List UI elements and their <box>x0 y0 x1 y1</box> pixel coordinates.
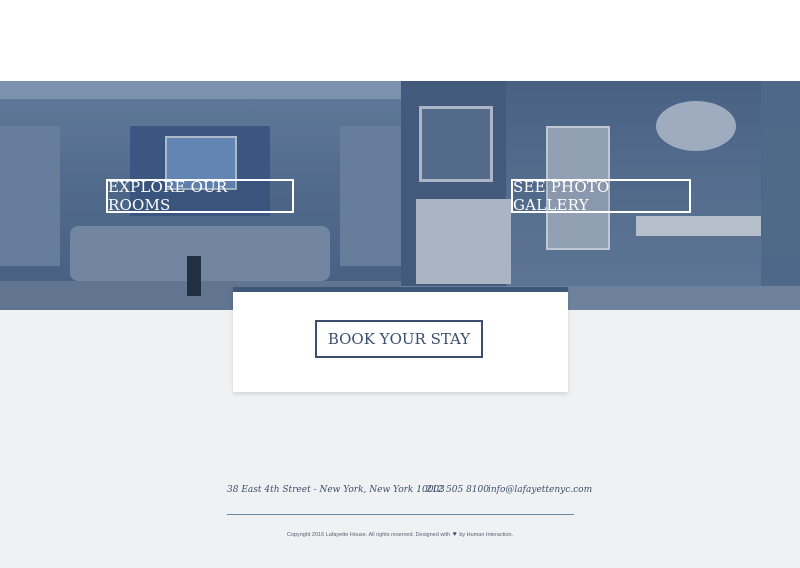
footer-phone[interactable]: 212 505 8100 <box>426 485 489 495</box>
copyright: Copyright 2016 Lafayette House. All righ… <box>0 531 800 538</box>
copyright-text: Copyright 2016 Lafayette House. All righ… <box>286 532 451 538</box>
footer-email[interactable]: info@lafayettenyc.com <box>488 485 592 495</box>
rooms-photo-panel[interactable]: EXPLORE OUR ROOMS <box>0 81 401 310</box>
designer-prefix: by <box>459 532 466 538</box>
designer-link[interactable]: Human Interaction. <box>467 532 513 538</box>
heart-icon: ♥ <box>452 531 457 538</box>
gallery-photo-panel[interactable]: SEE PHOTO GALLERY <box>401 81 800 310</box>
top-blank-area <box>0 0 800 81</box>
booking-card: BOOK YOUR STAY <box>233 287 568 392</box>
explore-rooms-button[interactable]: EXPLORE OUR ROOMS <box>106 178 294 214</box>
footer-divider <box>227 514 574 515</box>
hero-section: EXPLORE OUR ROOMS SEE PHOTO GALLERY <box>0 81 800 310</box>
footer-contact: 38 East 4th Street - New York, New York … <box>227 485 592 499</box>
photo-gallery-button[interactable]: SEE PHOTO GALLERY <box>511 178 691 214</box>
footer-address: 38 East 4th Street - New York, New York … <box>227 485 445 495</box>
book-stay-button[interactable]: BOOK YOUR STAY <box>315 320 483 358</box>
